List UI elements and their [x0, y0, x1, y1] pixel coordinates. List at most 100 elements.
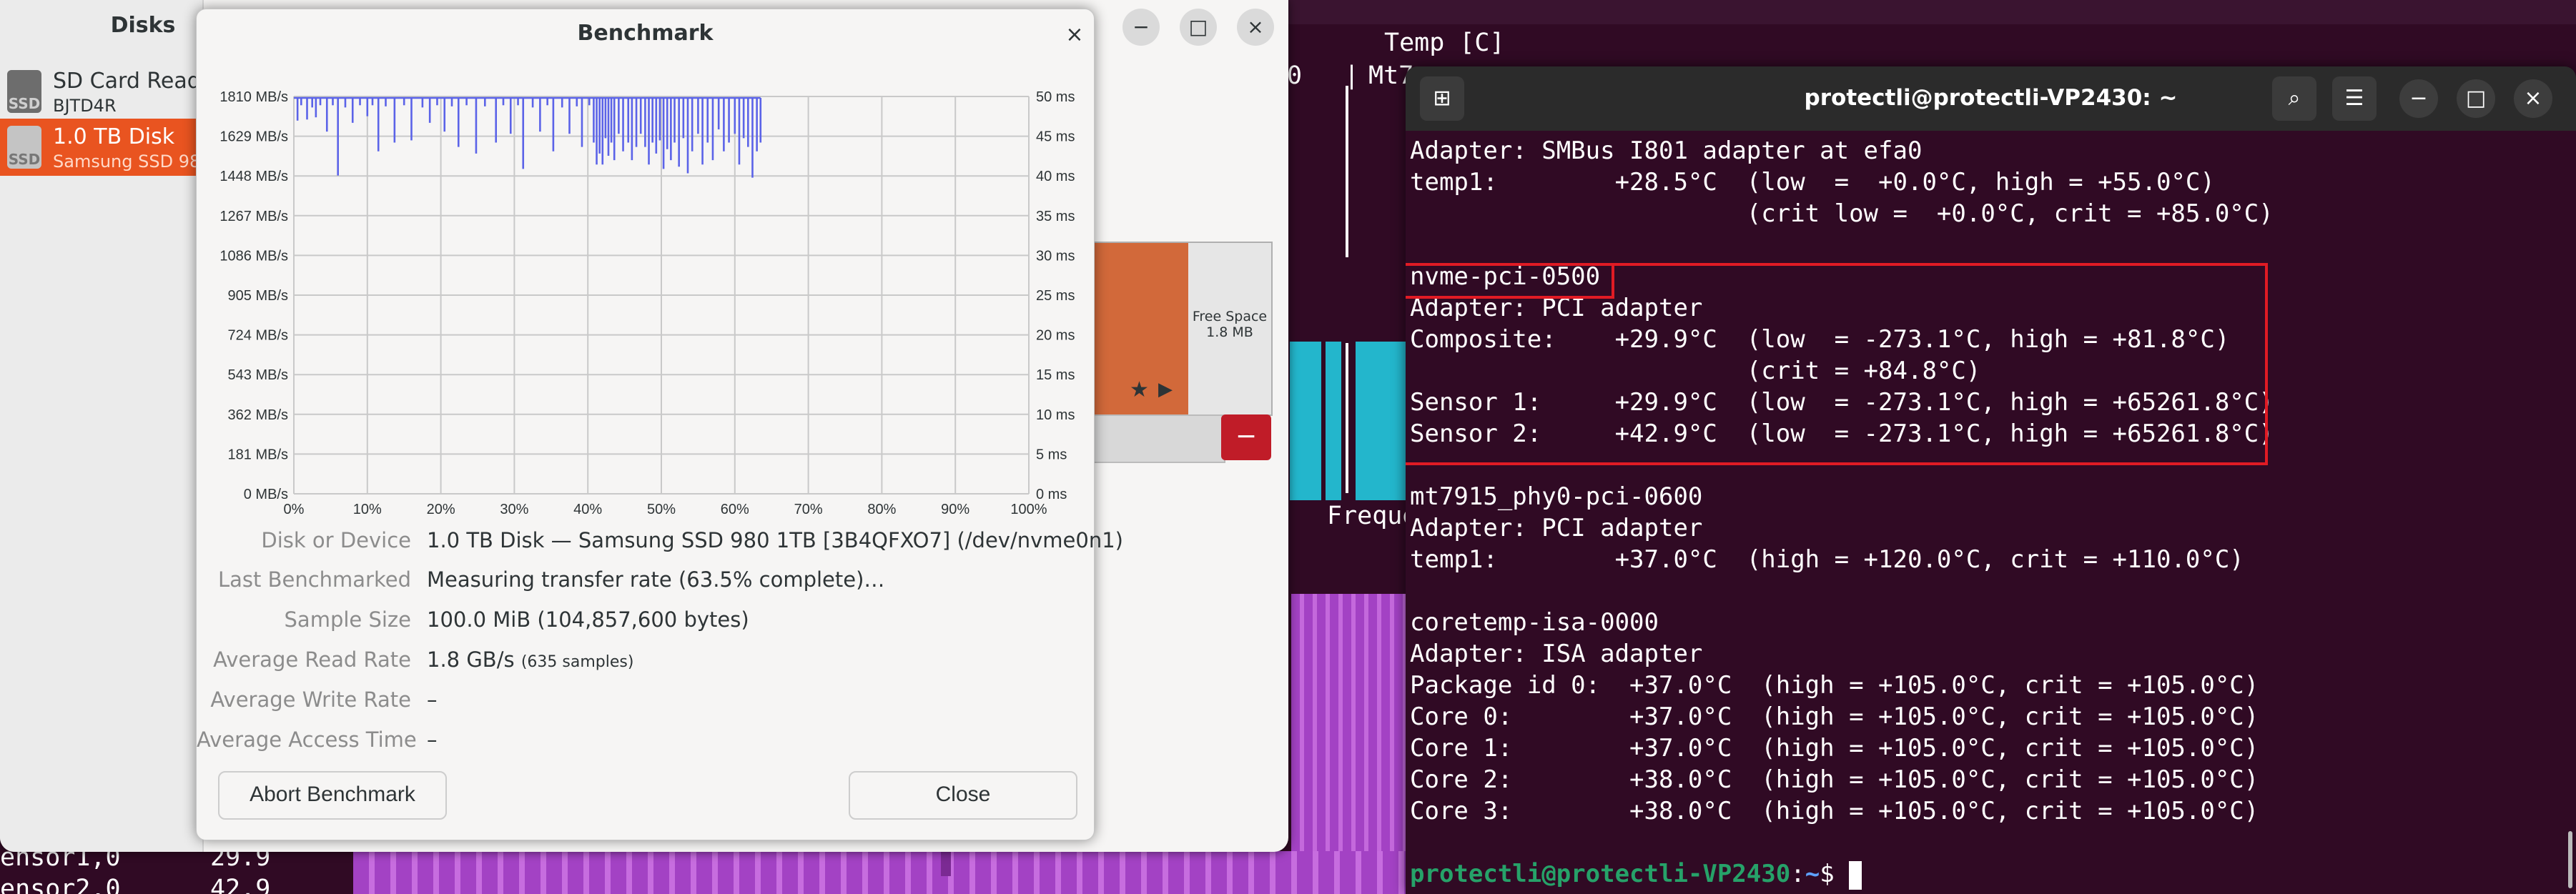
volume-toolbar [1087, 414, 1225, 463]
x-tick-label: 30% [500, 502, 528, 517]
terminal-line: (crit low = +0.0°C, crit = +85.0°C) [1410, 199, 2274, 228]
cpu-bar [1290, 342, 1321, 500]
history-bars [1291, 594, 1406, 894]
y-tick-label-right: 45 ms [1036, 129, 1075, 145]
drive-subtitle: Samsung SSD 980 [53, 152, 212, 172]
y-tick-label-left: 362 MB/s [228, 407, 288, 423]
x-tick-label: 10% [353, 502, 382, 517]
drive-subtitle: BJTD4R [53, 96, 117, 116]
abort-benchmark-button[interactable]: Abort Benchmark [218, 771, 447, 820]
y-tick-label-left: 0 MB/s [244, 487, 288, 502]
cpu-bar [1326, 342, 1341, 500]
terminal-line: mt7915_phy0-pci-0600 [1410, 482, 1703, 511]
y-tick-label-left: 1810 MB/s [219, 89, 288, 105]
benchmark-dialog: Benchmark × 1810 MB/s 1629 MB/s 1448 MB/s 1… [196, 9, 1123, 840]
sensors-header: Temp [C] [1384, 29, 1505, 57]
terminal-line: coretemp-isa-0000 [1410, 608, 1659, 637]
search-button[interactable]: ⌕ [2272, 76, 2316, 121]
terminal-output[interactable]: Adapter: SMBus I801 adapter at efa0 temp… [1410, 135, 2568, 890]
prop-label-access-time: Average Access Time [197, 727, 417, 752]
highlight-box-nvme [1406, 263, 2268, 465]
text-cursor [1849, 860, 1862, 890]
maximize-button[interactable]: □ [2457, 79, 2495, 118]
drive-item-1tb-disk[interactable]: SSD 1.0 TB Disk Samsung SSD 980 [0, 119, 212, 176]
sensor-row-2-value: 42.9 [210, 875, 271, 894]
play-icon: ▶ [1158, 379, 1173, 400]
delete-partition-button[interactable]: − [1221, 414, 1271, 460]
y-tick-label-right: 5 ms [1036, 447, 1067, 462]
y-tick-label-left: 543 MB/s [228, 367, 288, 383]
terminal-line: Package id 0: +37.0°C (high = +105.0°C, … [1410, 671, 2259, 700]
graph-axis-line-2 [1346, 343, 1348, 493]
x-tick-label: 0% [284, 502, 305, 517]
ssd-icon: SSD [7, 70, 41, 113]
prompt-user: protectli@protectli-VP2430 [1410, 860, 1791, 888]
terminal-line: temp1: +37.0°C (high = +120.0°C, crit = … [1410, 545, 2244, 574]
background-fragment: 0 [1287, 61, 1303, 90]
y-tick-label-left: 1086 MB/s [219, 248, 288, 264]
partition-map: ★ ▶ Free Space 1.8 MB [1087, 242, 1273, 416]
ssd-icon: SSD [7, 126, 41, 169]
free-space-label: Free Space [1192, 309, 1268, 324]
y-tick-label-left: 905 MB/s [228, 288, 288, 304]
x-tick-label: 60% [721, 502, 749, 517]
terminal-prompt[interactable]: protectli@protectli-VP2430:~$ [1410, 858, 2568, 890]
x-tick-label: 20% [427, 502, 455, 517]
terminal-line: Adapter: ISA adapter [1410, 640, 1703, 668]
prompt-path: ~ [1805, 860, 1820, 888]
minimize-button[interactable]: − [1122, 9, 1160, 46]
maximize-button[interactable]: □ [1180, 9, 1217, 46]
y-tick-label-left: 1629 MB/s [219, 129, 288, 145]
prop-label-sample-size: Sample Size [284, 607, 411, 632]
close-button[interactable]: × [1237, 9, 1274, 46]
frequency-label: Freque [1327, 502, 1418, 530]
menu-button[interactable]: ☰ [2332, 76, 2377, 121]
benchmark-chart: 1810 MB/s 1629 MB/s 1448 MB/s 1267 MB/s 1086… [219, 89, 1075, 517]
y-tick-label-right: 30 ms [1036, 248, 1075, 264]
y-tick-label-left: 1267 MB/s [219, 209, 288, 224]
history-marker [941, 850, 951, 876]
close-button[interactable]: × [2514, 79, 2552, 118]
prop-value-last-benchmarked: Measuring transfer rate (63.5% complete)… [427, 567, 885, 592]
x-tick-label: 70% [794, 502, 823, 517]
terminal-line: Core 3: +38.0°C (high = +105.0°C, crit =… [1410, 797, 2259, 825]
terminal-line: Adapter: PCI adapter [1410, 514, 1703, 542]
close-icon[interactable]: × [1060, 21, 1089, 49]
drive-name: 1.0 TB Disk [53, 124, 175, 149]
drive-item-sd-card[interactable]: SSD SD Card Reader BJTD4R [0, 63, 223, 120]
y-tick-label-left: 181 MB/s [228, 447, 288, 462]
prop-value-write-rate: – [427, 687, 438, 712]
y-tick-label-right: 10 ms [1036, 407, 1075, 423]
prop-label-read-rate: Average Read Rate [213, 647, 411, 672]
minimize-button[interactable]: − [2399, 79, 2438, 118]
close-button[interactable]: Close [849, 771, 1077, 820]
prop-value-device: 1.0 TB Disk — Samsung SSD 980 1TB [3B4QF… [427, 528, 1123, 552]
x-tick-label: 100% [1010, 502, 1047, 517]
terminal-header: ⊞ protectli@protectli-VP2430: ~ ⌕ ☰ − □ … [1406, 66, 2576, 131]
y-tick-label-left: 724 MB/s [228, 328, 288, 344]
disks-sidebar: Disks SSD SD Card Reader BJTD4R SSD 1.0 … [0, 0, 223, 852]
y-tick-label-right: 15 ms [1036, 367, 1075, 383]
terminal-line: Core 0: +37.0°C (high = +105.0°C, crit =… [1410, 702, 2259, 731]
terminal-window: ⊞ protectli@protectli-VP2430: ~ ⌕ ☰ − □ … [1406, 66, 2576, 894]
prop-label-last-benchmarked: Last Benchmarked [217, 567, 411, 592]
background-window-header [1287, 0, 2576, 24]
free-space-partition[interactable]: Free Space 1.8 MB [1188, 242, 1273, 416]
sensor-row-2-name: ensor2,0 [0, 875, 121, 894]
y-tick-label-right: 35 ms [1036, 209, 1075, 224]
x-tick-label: 80% [867, 502, 896, 517]
prop-value-read-rate: 1.8 GB/s (635 samples) [427, 647, 633, 672]
prop-label-device: Disk or Device [261, 528, 411, 552]
prop-value-access-time: – [427, 727, 438, 752]
read-rate-value: 1.8 GB/s [427, 647, 515, 672]
terminal-line: Core 2: +38.0°C (high = +105.0°C, crit =… [1410, 765, 2259, 794]
prop-label-write-rate: Average Write Rate [210, 687, 411, 712]
star-icon: ★ [1130, 377, 1149, 402]
y-tick-label-right: 20 ms [1036, 328, 1075, 344]
read-rate-samples: (635 samples) [520, 653, 634, 671]
history-bars-bottom [353, 851, 1406, 894]
terminal-scrollbar[interactable] [2568, 831, 2572, 888]
y-tick-label-right: 40 ms [1036, 169, 1075, 184]
